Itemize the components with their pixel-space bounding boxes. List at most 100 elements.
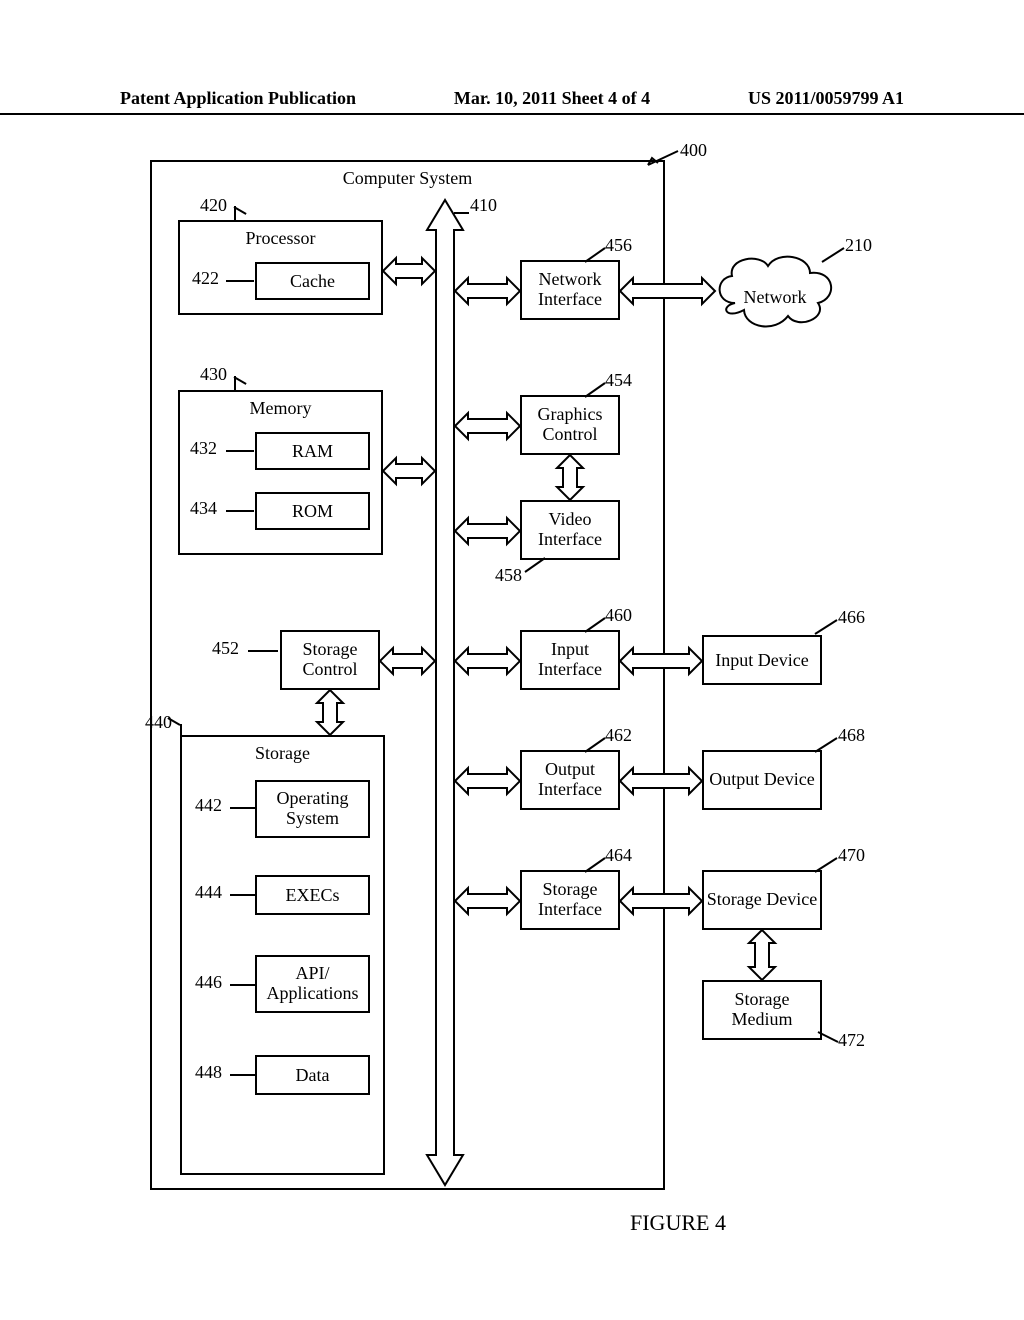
- ref-460: 460: [605, 605, 632, 626]
- input-device-label: Input Device: [715, 650, 808, 671]
- arrow-bus-outputif: [455, 768, 520, 794]
- cache-box: Cache: [255, 262, 370, 300]
- ref-446: 446: [195, 972, 222, 993]
- leader-454: [585, 383, 605, 397]
- storage-control-label: Storage Control: [282, 640, 378, 680]
- output-interface-label: Output Interface: [522, 760, 618, 800]
- leader-432: [226, 450, 254, 452]
- network-interface-box: Network Interface: [520, 260, 620, 320]
- storage-medium-label: Storage Medium: [704, 990, 820, 1030]
- memory-title: Memory: [250, 398, 312, 419]
- leader-442: [230, 807, 255, 809]
- ref-410: 410: [470, 195, 497, 216]
- ref-430: 430: [200, 364, 227, 385]
- arrow-memory-bus: [383, 458, 435, 484]
- storage-device-label: Storage Device: [707, 890, 817, 910]
- bus-arrow: [427, 200, 463, 1185]
- leader-440: [180, 724, 182, 736]
- ref-432: 432: [190, 438, 217, 459]
- data-label: Data: [296, 1065, 330, 1086]
- ref-444: 444: [195, 882, 222, 903]
- ref-400: 400: [680, 140, 707, 161]
- ref-470: 470: [838, 845, 865, 866]
- cache-label: Cache: [290, 271, 335, 292]
- ref-440: 440: [145, 712, 172, 733]
- ref-452: 452: [212, 638, 239, 659]
- leader-470: [815, 858, 837, 872]
- leader-446: [230, 984, 255, 986]
- arrow-storagedev-medium: [749, 930, 775, 980]
- header-left: Patent Application Publication: [120, 88, 356, 109]
- processor-title: Processor: [246, 228, 316, 249]
- ref-458: 458: [495, 565, 522, 586]
- ref-210: 210: [845, 235, 872, 256]
- arrow-bus-storageif: [455, 888, 520, 914]
- output-interface-box: Output Interface: [520, 750, 620, 810]
- arrow-storagectrl-storage: [317, 690, 343, 735]
- leader-410: [454, 212, 469, 214]
- arrow-netif-cloud: [620, 278, 715, 304]
- leader-400: [648, 151, 678, 165]
- page-header: Patent Application Publication Mar. 10, …: [0, 88, 1024, 115]
- diagram: Computer System Processor Cache Memory R…: [0, 140, 1024, 1220]
- ref-448: 448: [195, 1062, 222, 1083]
- arrow-graphics-video: [557, 455, 583, 500]
- input-interface-label: Input Interface: [522, 640, 618, 680]
- ref-472: 472: [838, 1030, 865, 1051]
- arrow-inputif-dev: [620, 648, 702, 674]
- storage-control-box: Storage Control: [280, 630, 380, 690]
- header-right: US 2011/0059799 A1: [748, 88, 904, 109]
- api-box: API/ Applications: [255, 955, 370, 1013]
- network-cloud: Network: [710, 248, 840, 333]
- graphics-control-label: Graphics Control: [522, 405, 618, 445]
- figure-caption: FIGURE 4: [630, 1210, 726, 1236]
- rom-box: ROM: [255, 492, 370, 530]
- computer-system-title: Computer System: [343, 168, 473, 189]
- leader-464: [585, 858, 605, 872]
- header-center: Mar. 10, 2011 Sheet 4 of 4: [454, 88, 650, 109]
- storage-title: Storage: [255, 743, 310, 764]
- leader-468: [815, 738, 837, 752]
- leader-434: [226, 510, 254, 512]
- input-interface-box: Input Interface: [520, 630, 620, 690]
- ref-442: 442: [195, 795, 222, 816]
- storage-interface-label: Storage Interface: [522, 880, 618, 920]
- memory-box: Memory: [178, 390, 383, 555]
- arrow-bus-netif: [455, 278, 520, 304]
- arrow-storageif-dev: [620, 888, 702, 914]
- ram-label: RAM: [292, 441, 333, 462]
- output-device-box: Output Device: [702, 750, 822, 810]
- storage-device-box: Storage Device: [702, 870, 822, 930]
- ref-466: 466: [838, 607, 865, 628]
- execs-label: EXECs: [286, 885, 340, 906]
- graphics-control-box: Graphics Control: [520, 395, 620, 455]
- arrow-processor-bus: [383, 258, 435, 284]
- ref-468: 468: [838, 725, 865, 746]
- leader-462: [585, 738, 605, 752]
- network-interface-label: Network Interface: [522, 270, 618, 310]
- rom-label: ROM: [292, 501, 333, 522]
- input-device-box: Input Device: [702, 635, 822, 685]
- network-label: Network: [744, 287, 807, 307]
- leader-458: [525, 558, 545, 572]
- ref-464: 464: [605, 845, 632, 866]
- output-device-label: Output Device: [709, 770, 814, 790]
- ref-422: 422: [192, 268, 219, 289]
- arrow-storagectrl-bus: [380, 648, 435, 674]
- data-box: Data: [255, 1055, 370, 1095]
- ref-456: 456: [605, 235, 632, 256]
- ref-434: 434: [190, 498, 217, 519]
- leader-448: [230, 1074, 255, 1076]
- leader-460: [585, 618, 605, 632]
- leader-456: [585, 248, 605, 262]
- ram-box: RAM: [255, 432, 370, 470]
- storage-interface-box: Storage Interface: [520, 870, 620, 930]
- leader-472: [818, 1032, 838, 1046]
- leader-452: [248, 650, 278, 652]
- ref-454: 454: [605, 370, 632, 391]
- arrow-outputif-dev: [620, 768, 702, 794]
- arrow-bus-graphics: [455, 413, 520, 439]
- execs-box: EXECs: [255, 875, 370, 915]
- video-interface-label: Video Interface: [522, 510, 618, 550]
- arrow-bus-inputif: [455, 648, 520, 674]
